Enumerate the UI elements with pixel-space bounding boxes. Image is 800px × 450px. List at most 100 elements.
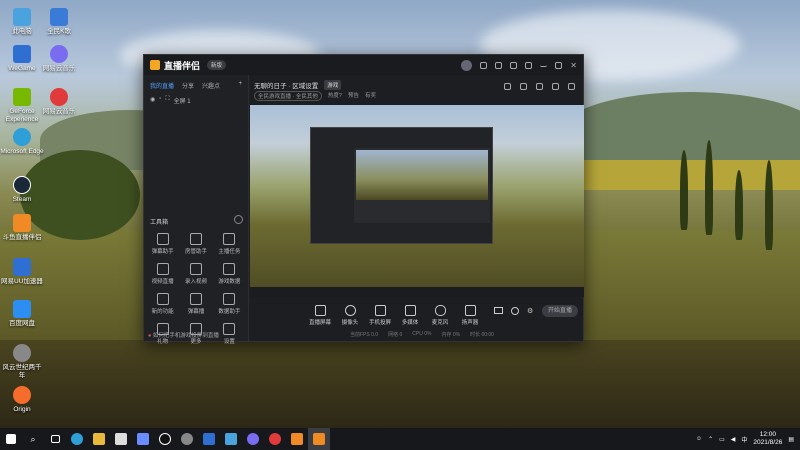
task-view-button[interactable] [44, 428, 66, 450]
phone-cast-button[interactable]: 手机投屏 [366, 305, 394, 326]
room-title-text[interactable]: 无聊的日子 · 区域设置 [254, 80, 318, 90]
desktop-icon-label: 网易云音乐 [42, 65, 76, 72]
live-preview[interactable] [250, 105, 584, 297]
taskbar-mail[interactable] [132, 428, 154, 450]
tool-label: 视频直播 [151, 279, 174, 285]
layout-icon[interactable] [536, 83, 543, 90]
stat-cpu: CPU 0% [412, 331, 432, 337]
more-icon[interactable] [234, 215, 243, 224]
volume-icon[interactable]: ◀ [731, 436, 736, 443]
eye-icon[interactable]: ◉ [150, 96, 155, 105]
scene-label: 全屏 1 [173, 99, 191, 105]
settings-icon[interactable] [510, 61, 518, 69]
tool-record[interactable]: 录入视频 [179, 263, 212, 285]
tool-danmu[interactable]: 弹幕助手 [146, 233, 179, 255]
record-video-icon[interactable] [494, 307, 503, 314]
close-icon[interactable]: ✕ [570, 61, 577, 70]
add-icon[interactable]: + [238, 81, 242, 90]
preview-taskbar [250, 287, 584, 297]
taskbar-dell[interactable] [154, 428, 176, 450]
search-button[interactable]: ⌕ [22, 428, 44, 450]
minimize-icon[interactable] [540, 63, 548, 67]
desktop-icon-music[interactable]: 网易云音乐 [37, 45, 81, 73]
tool-room-admin[interactable]: 房管助手 [179, 233, 212, 255]
tool-new[interactable]: 新的功能 [146, 293, 179, 315]
desktop-icon-douyu[interactable]: 斗鱼直播伴侣 [0, 214, 44, 242]
taskbar-explorer[interactable] [88, 428, 110, 450]
gift-box-icon[interactable] [504, 83, 511, 90]
screen-capture-button[interactable]: 直播屏幕 [306, 305, 334, 326]
taskbar-store[interactable] [110, 428, 132, 450]
preview-link[interactable]: 预告 [348, 91, 359, 101]
desktop-icon-kge[interactable]: 全民K歌 [37, 8, 81, 36]
ime-icon[interactable]: 中 [741, 435, 747, 444]
menu-icon[interactable] [525, 61, 533, 69]
taskbar-music[interactable] [242, 428, 264, 450]
start-button[interactable] [0, 428, 22, 450]
stat-fps: 当前FPS 0.0 [350, 332, 379, 338]
tab-interest[interactable]: 兴趣点 [202, 81, 220, 90]
desktop-icon-game[interactable]: 风云世纪两千年 [0, 344, 44, 380]
desktop-icon-label: Origin [13, 406, 31, 413]
timer-icon[interactable] [511, 307, 519, 315]
camera-button[interactable]: 摄像头 [336, 305, 364, 326]
taskbar-netease[interactable] [264, 428, 286, 450]
desktop-icon-baidu[interactable]: 百度网盘 [0, 300, 44, 328]
game-icon [13, 344, 31, 362]
lock-icon[interactable] [520, 83, 527, 90]
people-icon[interactable]: ☺ [696, 436, 702, 442]
reward-link[interactable]: 有奖 [365, 91, 376, 101]
tool-barrage[interactable]: 弹幕播 [179, 293, 212, 315]
network-icon[interactable]: ▭ [719, 436, 725, 443]
window-titlebar[interactable]: 直播伴侣 新版 ✕ [144, 55, 583, 75]
tab-my-live[interactable]: 我的直播 [150, 81, 174, 90]
heat-link[interactable]: 热度? [328, 91, 342, 101]
left-tabs: 我的直播 分享 兴趣点 + [144, 75, 248, 94]
lock-icon[interactable]: ▫ [159, 96, 161, 105]
taskbar-live-companion[interactable] [308, 428, 330, 450]
tool-task[interactable]: 主播任务 [213, 233, 246, 255]
avatar[interactable] [461, 59, 473, 71]
footer-hint[interactable]: ● 如何把手机游戏投屏到直播 [148, 331, 219, 339]
desktop-icon-uu[interactable]: 网易UU加速器 [0, 258, 44, 286]
button-label: 摄像头 [341, 320, 359, 326]
live-companion-window[interactable]: 直播伴侣 新版 ✕ 我的直播 分享 兴趣点 + ◉ ▫ ⛶ 全屏 1 工具箱 弹… [143, 54, 584, 345]
skin-icon[interactable] [480, 61, 488, 69]
tool-game-data[interactable]: 游戏数据 [213, 263, 246, 285]
tool-video[interactable]: 视频直播 [146, 263, 179, 285]
scene-item[interactable]: ◉ ▫ ⛶ 全屏 1 [144, 94, 248, 107]
data-icon [223, 293, 236, 305]
speaker-button[interactable]: 扬声器 [456, 305, 484, 326]
notification-icon[interactable]: ▤ [788, 436, 794, 443]
maximize-icon[interactable] [555, 61, 563, 69]
desktop-icon-label: GeForce Experience [5, 108, 39, 123]
bell-icon[interactable] [552, 83, 559, 90]
microphone-icon [434, 305, 446, 316]
taskbar-douyu[interactable] [286, 428, 308, 450]
message-icon[interactable] [495, 61, 503, 69]
category-chip[interactable]: 全民游戏直播 · 全民其他 [254, 91, 322, 101]
footer-hint-text: 如何把手机游戏投屏到直播 [152, 333, 219, 339]
desktop-icon-edge[interactable]: Microsoft Edge [0, 128, 44, 156]
taskbar-uu[interactable] [198, 428, 220, 450]
taskbar-edge[interactable] [66, 428, 88, 450]
room-icons [504, 83, 575, 90]
taskbar-steam[interactable] [176, 428, 198, 450]
settings-icon[interactable]: ⚙ [527, 307, 533, 315]
desktop-icon-label: 全民K歌 [47, 28, 71, 35]
button-label: 手机投屏 [368, 320, 391, 326]
tool-data[interactable]: 数据助手 [213, 293, 246, 315]
desktop-icon-origin[interactable]: Origin [0, 386, 44, 414]
taskbar-baidu[interactable] [220, 428, 242, 450]
room-tag[interactable]: 游戏 [324, 80, 342, 90]
tab-share[interactable]: 分享 [182, 81, 194, 90]
microphone-button[interactable]: 麦克风 [426, 305, 454, 326]
share-icon[interactable] [568, 83, 575, 90]
desktop-icon-steam[interactable]: Steam [0, 176, 44, 204]
desktop-icon-netease[interactable]: 网易云音乐 [37, 88, 81, 116]
chevron-up-icon[interactable]: ⌃ [708, 436, 713, 443]
clock[interactable]: 12:00 2021/8/26 [753, 431, 782, 447]
media-button[interactable]: 多媒体 [396, 305, 424, 326]
netease-music-icon [50, 88, 68, 106]
start-live-button[interactable]: 开始直播 [542, 305, 578, 317]
